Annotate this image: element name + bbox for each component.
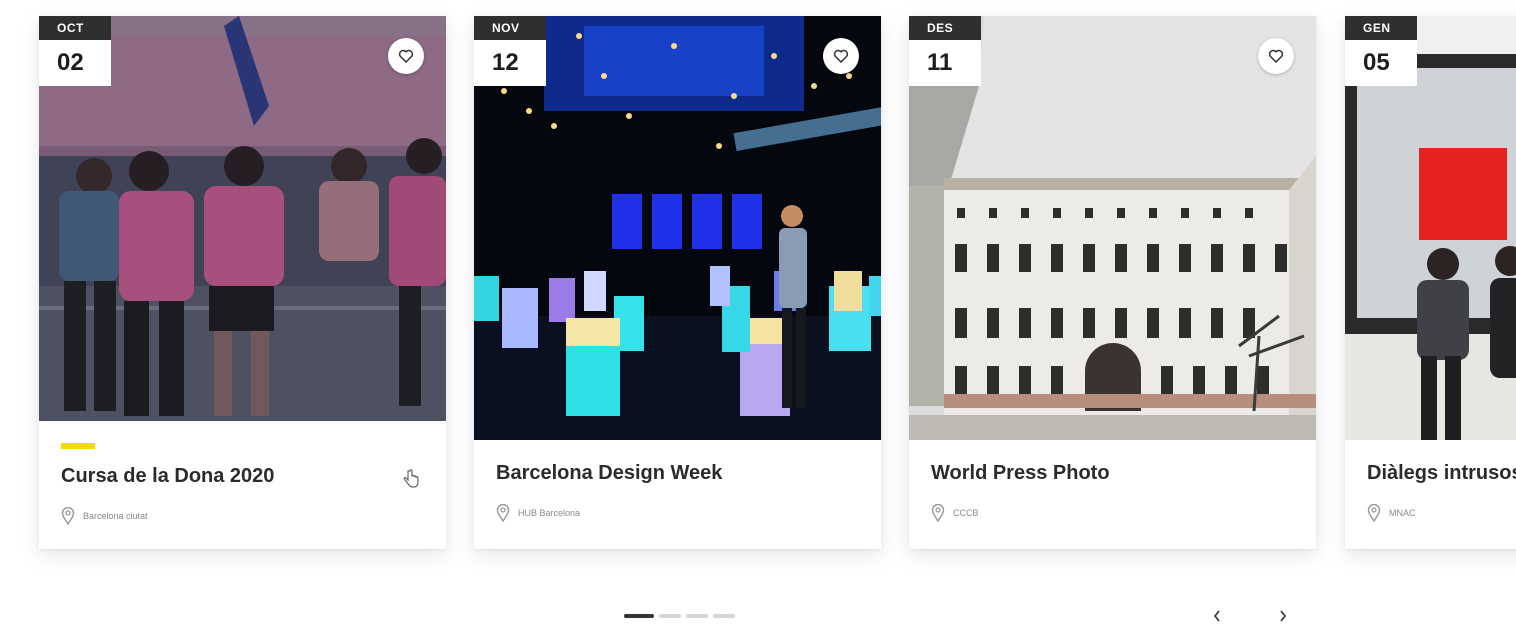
event-location: CCCB [931, 504, 979, 522]
favorite-button[interactable] [823, 38, 859, 74]
card-body: World Press Photo CCCB [909, 440, 1316, 549]
event-title[interactable]: World Press Photo [931, 462, 1256, 485]
events-carousel: OCT 02 Cursa de la Dona 2020 Barcelona c… [0, 0, 1516, 625]
prev-button[interactable] [1208, 606, 1226, 625]
location-label: MNAC [1389, 508, 1416, 518]
date-month: GEN [1345, 16, 1417, 40]
card-body: Diàlegs intrusos MNAC [1345, 440, 1516, 549]
event-location: Barcelona ciutat [61, 507, 148, 525]
date-badge: NOV 12 [474, 16, 546, 86]
date-badge: DES 11 [909, 16, 981, 86]
date-day: 12 [474, 40, 546, 86]
map-pin-icon [496, 504, 510, 522]
heart-outline-icon [1268, 49, 1284, 63]
pagination-dot[interactable] [624, 614, 654, 618]
chevron-right-icon [1280, 610, 1287, 622]
favorite-button[interactable] [388, 38, 424, 74]
date-day: 05 [1345, 40, 1417, 86]
location-label: CCCB [953, 508, 979, 518]
carousel-pagination [624, 614, 735, 618]
event-title[interactable]: Diàlegs intrusos [1367, 462, 1516, 485]
pagination-dot[interactable] [713, 614, 735, 618]
next-button[interactable] [1274, 606, 1292, 625]
event-location: MNAC [1367, 504, 1416, 522]
event-title[interactable]: Cursa de la Dona 2020 [61, 465, 386, 488]
date-day: 11 [909, 40, 981, 86]
heart-outline-icon [833, 49, 849, 63]
location-label: Barcelona ciutat [83, 511, 148, 521]
card-body: Cursa de la Dona 2020 Barcelona ciutat [39, 421, 446, 549]
event-card[interactable]: OCT 02 Cursa de la Dona 2020 Barcelona c… [39, 16, 446, 549]
card-body: Barcelona Design Week HUB Barcelona [474, 440, 881, 549]
event-card[interactable]: DES 11 World Press Photo CCCB [909, 16, 1316, 549]
location-label: HUB Barcelona [518, 508, 581, 518]
date-month: NOV [474, 16, 546, 40]
highlight-bar [61, 443, 95, 449]
date-badge: GEN 05 [1345, 16, 1417, 86]
event-card[interactable]: GEN 05 Diàlegs intrusos MNAC [1345, 16, 1516, 549]
heart-outline-icon [398, 49, 414, 63]
event-title[interactable]: Barcelona Design Week [496, 462, 821, 485]
date-month: OCT [39, 16, 111, 40]
chevron-left-icon [1213, 610, 1220, 622]
map-pin-icon [931, 504, 945, 522]
date-badge: OCT 02 [39, 16, 111, 86]
date-month: DES [909, 16, 981, 40]
pagination-dot[interactable] [659, 614, 681, 618]
event-card[interactable]: NOV 12 Barcelona Design Week HUB Barcelo… [474, 16, 881, 549]
map-pin-icon [1367, 504, 1381, 522]
date-day: 02 [39, 40, 111, 86]
favorite-button[interactable] [1258, 38, 1294, 74]
hand-pointer-icon [403, 469, 419, 488]
map-pin-icon [61, 507, 75, 525]
event-location: HUB Barcelona [496, 504, 580, 522]
pagination-dot[interactable] [686, 614, 708, 618]
